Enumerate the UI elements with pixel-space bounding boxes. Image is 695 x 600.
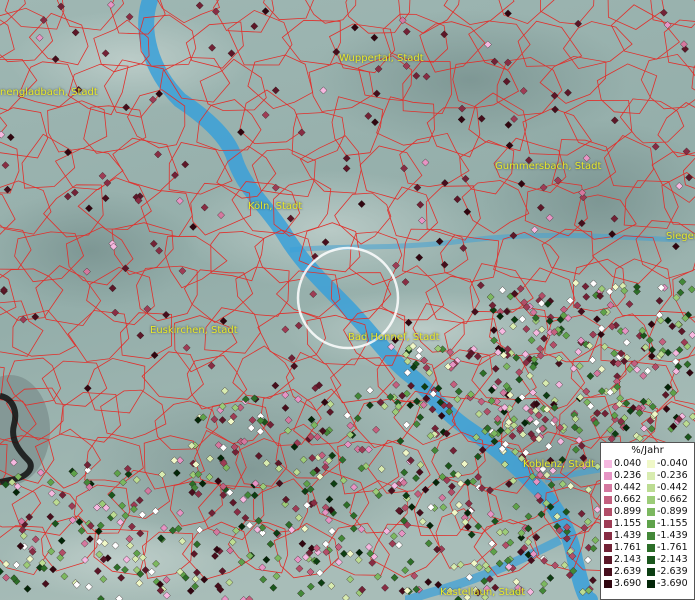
legend-row: 3.690 -3.690 bbox=[601, 578, 694, 590]
legend-swatch bbox=[604, 568, 612, 576]
legend-label: -2.639 bbox=[657, 566, 688, 577]
legend-label: 2.639 bbox=[614, 566, 642, 577]
legend-label: -1.761 bbox=[657, 542, 688, 553]
legend-swatch bbox=[647, 472, 655, 480]
city-label: nengladbach, Stadt bbox=[0, 87, 98, 98]
legend-row: 0.442 -0.442 bbox=[601, 482, 694, 494]
city-label: Siegen bbox=[666, 231, 695, 242]
legend-swatch bbox=[647, 496, 655, 504]
legend-swatch bbox=[604, 580, 612, 588]
legend-title: %/Jahr bbox=[631, 445, 664, 456]
city-label: Wuppertal, Stadt bbox=[339, 53, 424, 64]
legend-label: 0.040 bbox=[614, 458, 642, 469]
legend-row: 0.899 -0.899 bbox=[601, 506, 694, 518]
legend-label: 0.442 bbox=[614, 482, 642, 493]
city-label: Koblenz, Stadt bbox=[523, 459, 596, 470]
legend-swatch bbox=[647, 460, 655, 468]
legend-swatch bbox=[647, 556, 655, 564]
legend-label: -0.662 bbox=[657, 494, 688, 505]
legend-swatch bbox=[647, 484, 655, 492]
legend-row: 0.662 -0.662 bbox=[601, 494, 694, 506]
legend-label: -1.439 bbox=[657, 530, 688, 541]
city-label: Köln, Stadt bbox=[248, 201, 303, 212]
legend-swatch bbox=[647, 532, 655, 540]
legend-label: 0.899 bbox=[614, 506, 642, 517]
city-label: Euskirchen, Stadt bbox=[150, 325, 238, 336]
legend-row: 1.155 -1.155 bbox=[601, 518, 694, 530]
legend-row: 1.439 -1.439 bbox=[601, 530, 694, 542]
legend-label: 0.236 bbox=[614, 470, 642, 481]
legend-swatch bbox=[604, 532, 612, 540]
legend-swatch bbox=[647, 580, 655, 588]
legend-swatch bbox=[604, 496, 612, 504]
legend-swatch bbox=[604, 520, 612, 528]
legend-label: -1.155 bbox=[657, 518, 688, 529]
legend-swatch bbox=[604, 508, 612, 516]
legend-row: 2.143 -2.143 bbox=[601, 554, 694, 566]
legend-swatch bbox=[647, 568, 655, 576]
legend-label: 0.662 bbox=[614, 494, 642, 505]
legend-label: 2.143 bbox=[614, 554, 642, 565]
legend-swatch bbox=[604, 484, 612, 492]
legend-swatch bbox=[604, 556, 612, 564]
legend: %/Jahr 0.040 -0.040 0.236 -0.236 0.442 -0.442… bbox=[600, 442, 695, 600]
legend-row: 2.639 -2.639 bbox=[601, 566, 694, 578]
city-label: Bad Honnef, Stadt bbox=[348, 332, 440, 343]
legend-label: -0.899 bbox=[657, 506, 688, 517]
legend-swatch bbox=[647, 520, 655, 528]
legend-label: 3.690 bbox=[614, 578, 642, 589]
legend-label: -3.690 bbox=[657, 578, 688, 589]
legend-swatch bbox=[647, 508, 655, 516]
legend-label: -2.143 bbox=[657, 554, 688, 565]
legend-row: 0.236 -0.236 bbox=[601, 470, 694, 482]
legend-row: 1.761 -1.761 bbox=[601, 542, 694, 554]
city-label: Kastellaun, Stadt bbox=[440, 587, 526, 598]
legend-swatch bbox=[647, 544, 655, 552]
map-canvas[interactable] bbox=[0, 0, 695, 600]
legend-label: -0.040 bbox=[657, 458, 688, 469]
legend-label: 1.439 bbox=[614, 530, 642, 541]
legend-label: 1.155 bbox=[614, 518, 642, 529]
legend-label: -0.236 bbox=[657, 470, 688, 481]
legend-swatch bbox=[604, 472, 612, 480]
legend-swatch bbox=[604, 544, 612, 552]
legend-swatch bbox=[604, 460, 612, 468]
city-label: Gummersbach, Stadt bbox=[495, 161, 602, 172]
legend-row: 0.040 -0.040 bbox=[601, 458, 694, 470]
legend-label: -0.442 bbox=[657, 482, 688, 493]
legend-label: 1.761 bbox=[614, 542, 642, 553]
